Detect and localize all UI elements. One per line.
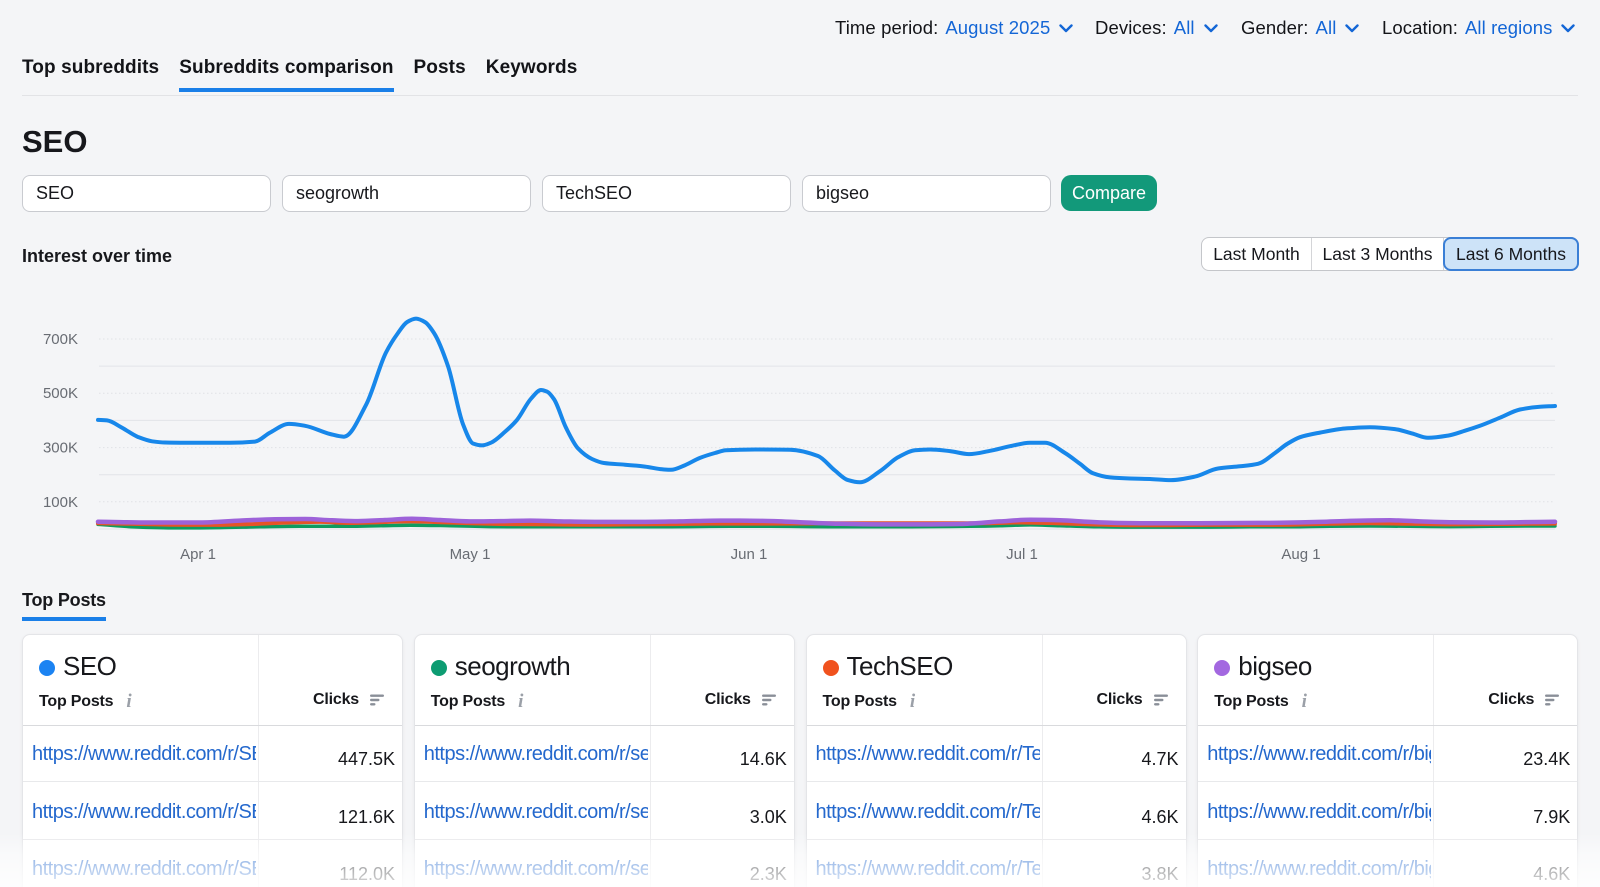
svg-text:May 1: May 1 (450, 546, 491, 563)
svg-text:500K: 500K (43, 385, 78, 402)
svg-text:100K: 100K (43, 494, 78, 511)
svg-text:700K: 700K (43, 331, 78, 348)
svg-text:Jun 1: Jun 1 (731, 546, 768, 563)
svg-text:Jul 1: Jul 1 (1006, 546, 1038, 563)
svg-text:300K: 300K (43, 440, 78, 457)
svg-text:Apr 1: Apr 1 (180, 546, 216, 563)
svg-text:Aug 1: Aug 1 (1281, 546, 1320, 563)
